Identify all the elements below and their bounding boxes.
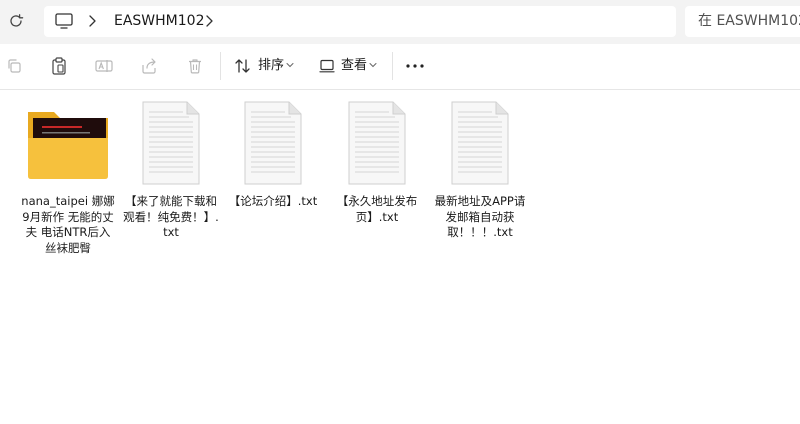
- paste-button[interactable]: [49, 56, 69, 76]
- file-item[interactable]: 【来了就能下载和观看！纯免费！】.txt: [123, 98, 219, 239]
- share-button[interactable]: [139, 56, 159, 76]
- delete-button[interactable]: [185, 56, 205, 76]
- view-button[interactable]: [317, 56, 337, 76]
- text-file-icon: [451, 101, 509, 185]
- address-box[interactable]: EASWHM102: [44, 6, 676, 37]
- text-file-icon: [244, 101, 302, 185]
- share-icon: [142, 58, 156, 74]
- file-name: 【来了就能下载和观看！纯免费！】.txt: [123, 194, 219, 239]
- search-placeholder: 在 EASWHM102 中搜索: [698, 13, 800, 29]
- this-pc-icon[interactable]: [55, 13, 73, 29]
- view-icon: [319, 59, 335, 73]
- rename-icon: [95, 60, 113, 72]
- file-name: 【论坛介绍】.txt: [228, 194, 318, 208]
- file-name: 最新地址及APP请发邮箱自动获取！！！.txt: [434, 194, 526, 239]
- more-options-button[interactable]: [405, 56, 425, 76]
- refresh-icon: [10, 14, 24, 27]
- file-grid: nana_taipei 娜娜9月新作 无能的丈夫 电话NTR后入丝袜肥臀 【来了…: [0, 90, 800, 424]
- trash-icon: [189, 59, 201, 74]
- command-bar: 排序 查看: [0, 44, 800, 90]
- folder-icon: [28, 112, 108, 179]
- file-item[interactable]: 【论坛介绍】.txt: [225, 98, 321, 238]
- toolbar-divider: [392, 52, 393, 80]
- toolbar-divider: [220, 52, 221, 80]
- chevron-down-icon[interactable]: [369, 62, 377, 68]
- chevron-down-icon[interactable]: [286, 62, 294, 68]
- copy-button[interactable]: [4, 56, 24, 76]
- paste-icon: [52, 57, 66, 75]
- text-file-icon: [348, 101, 406, 185]
- sort-button[interactable]: [233, 56, 253, 76]
- sort-label[interactable]: 排序: [258, 58, 284, 74]
- copy-icon: [8, 59, 21, 73]
- address-bar-row: EASWHM102 在 EASWHM102 中搜索: [0, 0, 800, 44]
- breadcrumb-current-folder[interactable]: EASWHM102: [114, 13, 204, 30]
- file-name: 【永久地址发布页】.txt: [336, 194, 418, 224]
- view-label[interactable]: 查看: [341, 58, 367, 74]
- file-item[interactable]: 【永久地址发布页】.txt: [329, 98, 425, 238]
- more-icon: [406, 64, 424, 68]
- rename-button[interactable]: [94, 56, 114, 76]
- chevron-right-icon[interactable]: [204, 14, 214, 28]
- search-input[interactable]: 在 EASWHM102 中搜索: [685, 6, 800, 37]
- chevron-right-icon[interactable]: [87, 14, 97, 28]
- folder-name: nana_taipei 娜娜9月新作 无能的丈夫 电话NTR后入丝袜肥臀: [21, 194, 115, 255]
- folder-item[interactable]: nana_taipei 娜娜9月新作 无能的丈夫 电话NTR后入丝袜肥臀: [20, 98, 116, 258]
- sort-icon: [235, 59, 250, 73]
- file-item[interactable]: 最新地址及APP请发邮箱自动获取！！！.txt: [432, 98, 528, 239]
- text-file-icon: [142, 101, 200, 185]
- refresh-button[interactable]: [6, 11, 26, 31]
